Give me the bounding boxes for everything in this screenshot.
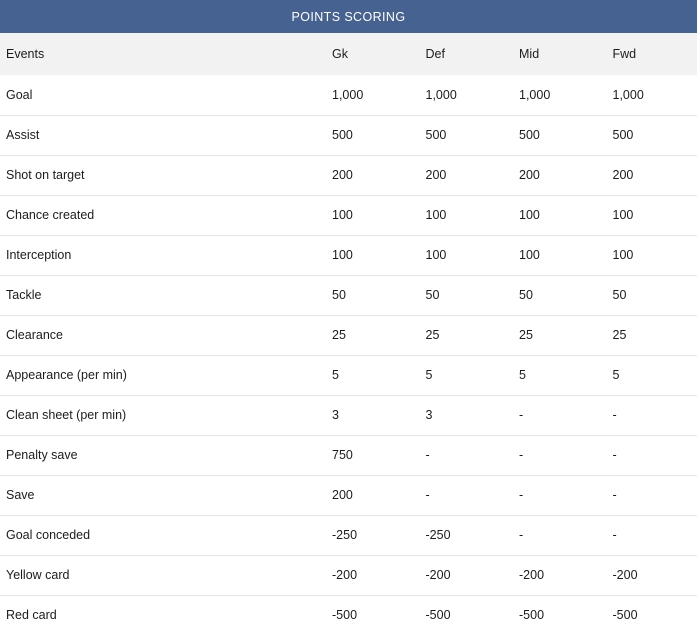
- cell-gk: 500: [326, 115, 420, 155]
- cell-fwd: 50: [607, 275, 697, 315]
- cell-event: Shot on target: [0, 155, 326, 195]
- cell-def: 200: [420, 155, 514, 195]
- cell-def: 25: [420, 315, 514, 355]
- cell-def: -: [420, 475, 514, 515]
- cell-mid: 50: [513, 275, 607, 315]
- table-row: Interception100100100100: [0, 235, 697, 275]
- cell-event: Penalty save: [0, 435, 326, 475]
- cell-def: -: [420, 435, 514, 475]
- cell-mid: 25: [513, 315, 607, 355]
- cell-gk: 200: [326, 475, 420, 515]
- column-header-def[interactable]: Def: [420, 33, 514, 75]
- cell-def: 3: [420, 395, 514, 435]
- table-row: Yellow card-200-200-200-200: [0, 555, 697, 595]
- points-scoring-table: Events Gk Def Mid Fwd Goal1,0001,0001,00…: [0, 33, 697, 635]
- cell-gk: 100: [326, 195, 420, 235]
- cell-fwd: 1,000: [607, 75, 697, 115]
- table-row: Appearance (per min)5555: [0, 355, 697, 395]
- cell-event: Clearance: [0, 315, 326, 355]
- points-scoring-panel: POINTS SCORING Events Gk Def Mid Fwd Goa…: [0, 0, 697, 633]
- cell-event: Goal conceded: [0, 515, 326, 555]
- table-row: Save200---: [0, 475, 697, 515]
- cell-def: 100: [420, 195, 514, 235]
- table-row: Tackle50505050: [0, 275, 697, 315]
- cell-def: 5: [420, 355, 514, 395]
- panel-title-bar: POINTS SCORING: [0, 0, 697, 33]
- cell-gk: -250: [326, 515, 420, 555]
- cell-event: Assist: [0, 115, 326, 155]
- table-row: Penalty save750---: [0, 435, 697, 475]
- cell-def: -250: [420, 515, 514, 555]
- cell-gk: 200: [326, 155, 420, 195]
- cell-gk: 750: [326, 435, 420, 475]
- cell-event: Clean sheet (per min): [0, 395, 326, 435]
- cell-gk: 5: [326, 355, 420, 395]
- cell-gk: -200: [326, 555, 420, 595]
- cell-event: Appearance (per min): [0, 355, 326, 395]
- cell-def: 500: [420, 115, 514, 155]
- cell-mid: -: [513, 395, 607, 435]
- column-header-mid[interactable]: Mid: [513, 33, 607, 75]
- table-row: Goal conceded-250-250--: [0, 515, 697, 555]
- cell-mid: 100: [513, 235, 607, 275]
- cell-fwd: 200: [607, 155, 697, 195]
- cell-event: Save: [0, 475, 326, 515]
- cell-fwd: 5: [607, 355, 697, 395]
- column-header-fwd[interactable]: Fwd: [607, 33, 697, 75]
- cell-gk: 50: [326, 275, 420, 315]
- cell-event: Tackle: [0, 275, 326, 315]
- cell-mid: -: [513, 475, 607, 515]
- cell-fwd: 25: [607, 315, 697, 355]
- table-header-row: Events Gk Def Mid Fwd: [0, 33, 697, 75]
- table-body: Goal1,0001,0001,0001,000Assist5005005005…: [0, 75, 697, 635]
- cell-event: Interception: [0, 235, 326, 275]
- cell-event: Red card: [0, 595, 326, 635]
- cell-def: 100: [420, 235, 514, 275]
- cell-mid: -200: [513, 555, 607, 595]
- cell-fwd: -: [607, 475, 697, 515]
- cell-mid: 5: [513, 355, 607, 395]
- cell-event: Yellow card: [0, 555, 326, 595]
- cell-def: 50: [420, 275, 514, 315]
- cell-mid: 1,000: [513, 75, 607, 115]
- cell-gk: 1,000: [326, 75, 420, 115]
- table-row: Assist500500500500: [0, 115, 697, 155]
- table-row: Shot on target200200200200: [0, 155, 697, 195]
- cell-mid: 200: [513, 155, 607, 195]
- cell-fwd: -: [607, 515, 697, 555]
- cell-gk: -500: [326, 595, 420, 635]
- cell-event: Goal: [0, 75, 326, 115]
- cell-fwd: -: [607, 435, 697, 475]
- table-row: Clearance25252525: [0, 315, 697, 355]
- column-header-events[interactable]: Events: [0, 33, 326, 75]
- cell-event: Chance created: [0, 195, 326, 235]
- page-title: POINTS SCORING: [292, 10, 406, 24]
- table-row: Chance created100100100100: [0, 195, 697, 235]
- table-header: Events Gk Def Mid Fwd: [0, 33, 697, 75]
- column-header-gk[interactable]: Gk: [326, 33, 420, 75]
- cell-mid: -500: [513, 595, 607, 635]
- table-row: Red card-500-500-500-500: [0, 595, 697, 635]
- cell-def: 1,000: [420, 75, 514, 115]
- cell-gk: 3: [326, 395, 420, 435]
- cell-mid: 100: [513, 195, 607, 235]
- cell-mid: -: [513, 435, 607, 475]
- cell-fwd: 100: [607, 195, 697, 235]
- cell-gk: 25: [326, 315, 420, 355]
- table-row: Goal1,0001,0001,0001,000: [0, 75, 697, 115]
- table-row: Clean sheet (per min)33--: [0, 395, 697, 435]
- cell-mid: -: [513, 515, 607, 555]
- cell-gk: 100: [326, 235, 420, 275]
- cell-fwd: 100: [607, 235, 697, 275]
- cell-fwd: -: [607, 395, 697, 435]
- cell-def: -200: [420, 555, 514, 595]
- cell-fwd: 500: [607, 115, 697, 155]
- cell-fwd: -500: [607, 595, 697, 635]
- cell-mid: 500: [513, 115, 607, 155]
- cell-def: -500: [420, 595, 514, 635]
- cell-fwd: -200: [607, 555, 697, 595]
